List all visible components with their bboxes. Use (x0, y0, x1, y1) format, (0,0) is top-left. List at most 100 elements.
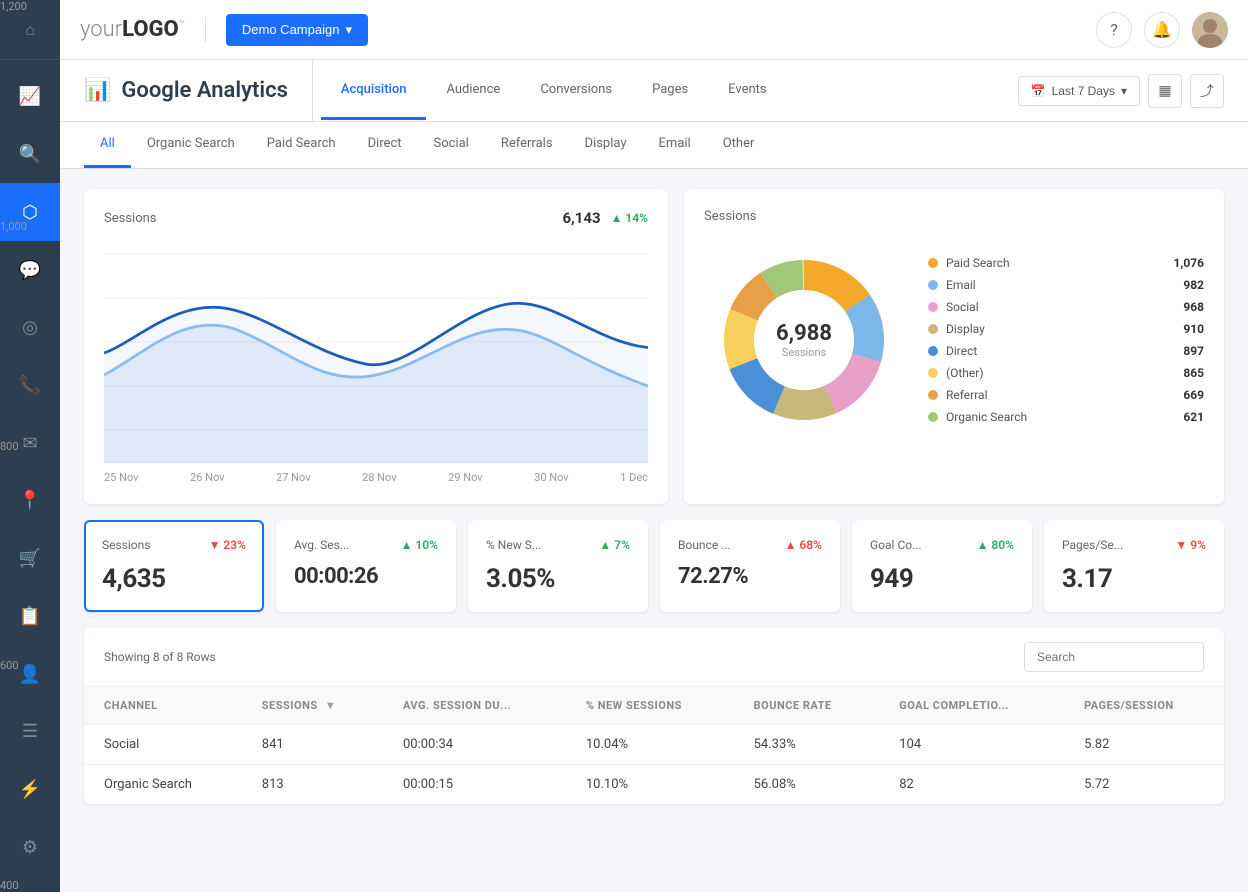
x-label-27nov: 27 Nov (276, 471, 310, 484)
legend-dot-display (928, 324, 938, 334)
legend-name-organic: Organic Search (946, 410, 1175, 424)
col-sessions[interactable]: SESSIONS ▼ (242, 687, 383, 725)
help-button[interactable]: ? (1096, 12, 1132, 48)
metric-trend-goal: ▲ 80% (977, 538, 1014, 552)
cell-bounce-social: 54.33% (734, 725, 880, 765)
metric-card-goal[interactable]: Goal Co... ▲ 80% 949 (852, 520, 1032, 612)
table-row: Organic Search 813 00:00:15 10.10% 56.08… (84, 765, 1224, 805)
tab-audience[interactable]: Audience (426, 62, 520, 120)
legend-item-display: Display 910 (928, 322, 1204, 336)
filter-tab-organic[interactable]: Organic Search (131, 122, 251, 168)
legend-item-other: (Other) 865 (928, 366, 1204, 380)
filter-tabs: All Organic Search Paid Search Direct So… (60, 122, 1248, 169)
metric-header-bounce: Bounce ... ▲ 68% (678, 538, 822, 552)
legend-item-organic: Organic Search 621 (928, 410, 1204, 424)
tab-events[interactable]: Events (708, 62, 786, 120)
cell-channel-social: Social (84, 725, 242, 765)
table-body: Social 841 00:00:34 10.04% 54.33% 104 5.… (84, 725, 1224, 805)
filter-tab-all[interactable]: All (84, 122, 131, 168)
chart-svg-area: 25 Nov 26 Nov 27 Nov 28 Nov 29 Nov 30 No… (104, 243, 648, 484)
legend-value-referral: 669 (1183, 388, 1204, 402)
header-actions: 📅 Last 7 Days ▾ ▦ ⤴ (1018, 74, 1224, 108)
col-goal-completion: GOAL COMPLETIO... (879, 687, 1064, 725)
analytics-title-area: 📊 Google Analytics (84, 60, 313, 121)
date-range-label: Last 7 Days (1052, 84, 1115, 98)
tab-acquisition[interactable]: Acquisition (321, 62, 427, 120)
notification-button[interactable]: 🔔 (1144, 12, 1180, 48)
metric-trend-pages: ▼ 9% (1175, 538, 1206, 552)
filter-tab-referrals[interactable]: Referrals (485, 122, 569, 168)
metric-header-goal: Goal Co... ▲ 80% (870, 538, 1014, 552)
topbar: yourLOGO™ Demo Campaign ▾ ? 🔔 (60, 0, 1248, 60)
line-chart-svg (104, 243, 648, 463)
metric-name-avg-session: Avg. Ses... (294, 538, 349, 552)
cell-sessions-social: 841 (242, 725, 383, 765)
bell-icon: 🔔 (1152, 20, 1172, 39)
table-header-row: CHANNEL SESSIONS ▼ AVG. SESSION DU... % … (84, 687, 1224, 725)
metric-card-avg-session[interactable]: Avg. Ses... ▲ 10% 00:00:26 (276, 520, 456, 612)
avatar[interactable] (1192, 12, 1228, 48)
legend-dot-direct (928, 346, 938, 356)
filter-tab-paid[interactable]: Paid Search (251, 122, 352, 168)
filter-tab-direct[interactable]: Direct (352, 122, 418, 168)
logo-brand: LOGO (122, 17, 179, 42)
content-area: Sessions 6,143 ▲ 14% 1,200 1,000 800 600 (60, 169, 1248, 824)
legend-name-other: (Other) (946, 366, 1175, 380)
donut-wrapper: 6,988 Sessions (704, 240, 904, 440)
charts-row: Sessions 6,143 ▲ 14% 1,200 1,000 800 600 (84, 189, 1224, 504)
filter-tab-other[interactable]: Other (707, 122, 771, 168)
chart-area (104, 243, 648, 463)
search-input[interactable] (1024, 642, 1204, 672)
filter-tab-email[interactable]: Email (643, 122, 707, 168)
nav-tabs: Acquisition Audience Conversions Pages E… (321, 62, 1018, 120)
donut-chart-title: Sessions (704, 209, 1204, 224)
metric-name-new-sessions: % New S... (486, 538, 541, 552)
filter-tab-social[interactable]: Social (418, 122, 485, 168)
date-caret-icon: ▾ (1121, 84, 1127, 98)
bar-chart-button[interactable]: ▦ (1148, 74, 1182, 108)
logo-text: yourLOGO™ (80, 17, 185, 42)
donut-chart-card: Sessions (684, 189, 1224, 504)
donut-legend: Paid Search 1,076 Email 982 Social (928, 256, 1204, 424)
table-toolbar: Showing 8 of 8 Rows (84, 628, 1224, 687)
line-chart-title: Sessions (104, 211, 157, 226)
share-icon: ⤴ (1200, 81, 1214, 101)
campaign-button[interactable]: Demo Campaign ▾ (226, 14, 368, 46)
metric-header-avg-session: Avg. Ses... ▲ 10% (294, 538, 438, 552)
table-row: Social 841 00:00:34 10.04% 54.33% 104 5.… (84, 725, 1224, 765)
legend-item-direct: Direct 897 (928, 344, 1204, 358)
legend-dot-other (928, 368, 938, 378)
bar-chart-icon: ▦ (1158, 82, 1171, 99)
metric-card-bounce[interactable]: Bounce ... ▲ 68% 72.27% (660, 520, 840, 612)
legend-name-paid-search: Paid Search (946, 256, 1166, 270)
share-button[interactable]: ⤴ (1190, 74, 1224, 108)
donut-center-label: Sessions (776, 346, 832, 359)
cell-bounce-organic: 56.08% (734, 765, 880, 805)
date-range-button[interactable]: 📅 Last 7 Days ▾ (1018, 76, 1140, 106)
metric-card-new-sessions[interactable]: % New S... ▲ 7% 3.05% (468, 520, 648, 612)
campaign-button-label: Demo Campaign (242, 22, 340, 37)
x-label-28nov: 28 Nov (362, 471, 396, 484)
legend-value-social: 968 (1183, 300, 1204, 314)
tab-conversions[interactable]: Conversions (520, 62, 632, 120)
metric-card-pages[interactable]: Pages/Se... ▼ 9% 3.17 (1044, 520, 1224, 612)
legend-name-social: Social (946, 300, 1175, 314)
legend-dot-social (928, 302, 938, 312)
cell-goal-social: 104 (879, 725, 1064, 765)
col-channel[interactable]: CHANNEL (84, 687, 242, 725)
metric-header-new-sessions: % New S... ▲ 7% (486, 538, 630, 552)
legend-value-direct: 897 (1183, 344, 1204, 358)
donut-center: 6,988 Sessions (776, 321, 832, 359)
legend-value-email: 982 (1183, 278, 1204, 292)
legend-name-referral: Referral (946, 388, 1175, 402)
metric-card-sessions[interactable]: Sessions ▼ 23% 4,635 (84, 520, 264, 612)
col-pages-session: PAGES/SESSION (1064, 687, 1224, 725)
donut-center-value: 6,988 (776, 321, 832, 346)
chart-header-right: 6,143 ▲ 14% (562, 209, 648, 227)
col-avg-session: AVG. SESSION DU... (383, 687, 566, 725)
x-label-1dec: 1 Dec (620, 471, 648, 484)
metric-trend-bounce: ▲ 68% (785, 538, 822, 552)
x-label-29nov: 29 Nov (448, 471, 482, 484)
tab-pages[interactable]: Pages (632, 62, 708, 120)
filter-tab-display[interactable]: Display (569, 122, 643, 168)
